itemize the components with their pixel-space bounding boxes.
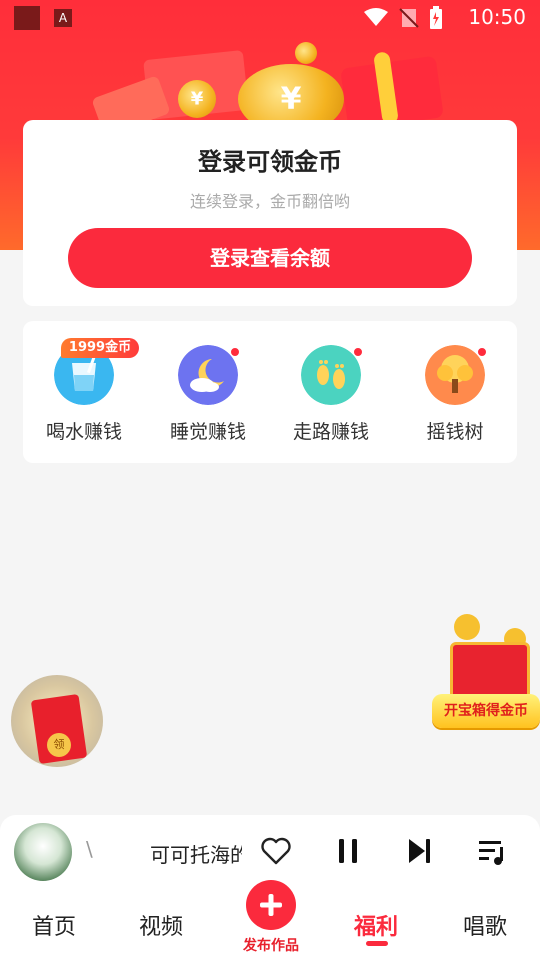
mini-player[interactable]: \ 可可托海的 [0, 815, 540, 890]
login-title: 登录可领金币 [198, 148, 342, 176]
pause-icon[interactable] [332, 835, 364, 867]
notification-dot [477, 347, 487, 357]
nav-video[interactable]: 视频 [139, 909, 183, 941]
floating-red-packet[interactable]: 领 [11, 675, 103, 767]
login-button[interactable]: 登录查看余额 [68, 228, 472, 288]
status-bar: A 10:50 [0, 0, 540, 36]
notification-dot [230, 347, 240, 357]
task-drink-water[interactable]: 喝水赚钱 [34, 345, 134, 445]
signal-battery-icons [364, 6, 442, 29]
money-tree-icon [425, 345, 485, 405]
treasure-label: 开宝箱得金币 [432, 694, 540, 728]
task-card: 1999金币 喝水赚钱 睡觉赚钱 走路赚钱 摇钱树 [23, 321, 517, 463]
task-label: 喝水赚钱 [45, 421, 122, 443]
active-tab-indicator [366, 941, 388, 946]
heart-icon[interactable] [260, 835, 292, 867]
next-track-icon[interactable] [404, 835, 436, 867]
moon-cloud-icon [178, 345, 238, 405]
app-a-icon: A [54, 9, 72, 27]
red-packet-seal: 领 [47, 733, 71, 757]
album-cover[interactable] [14, 823, 72, 881]
previous-song-fragment: \ [86, 837, 93, 861]
login-subtitle: 连续登录，金币翻倍哟 [189, 192, 350, 211]
notification-dot [353, 347, 363, 357]
song-title[interactable]: 可可托海的 [150, 839, 242, 868]
plus-icon [260, 894, 282, 916]
treasure-chest-button[interactable]: 开宝箱得金币 [432, 612, 540, 734]
coin-reward-badge: 1999金币 [61, 338, 139, 358]
coin-icon: ¥ [178, 80, 216, 118]
playlist-icon[interactable] [476, 835, 508, 867]
app-notification-icon [14, 6, 40, 30]
coin-icon [295, 42, 317, 64]
publish-label: 发布作品 [243, 938, 299, 954]
task-walk[interactable]: 走路赚钱 [281, 345, 381, 445]
clock: 10:50 [468, 5, 526, 29]
task-money-tree[interactable]: 摇钱树 [405, 345, 505, 445]
task-label: 睡觉赚钱 [169, 421, 246, 443]
login-card: 登录可领金币 连续登录，金币翻倍哟 登录查看余额 [23, 120, 517, 306]
publish-button[interactable] [246, 880, 296, 930]
nav-home[interactable]: 首页 [32, 909, 76, 941]
nav-welfare[interactable]: 福利 [354, 909, 398, 941]
nav-sing[interactable]: 唱歌 [463, 909, 507, 941]
task-label: 走路赚钱 [292, 421, 369, 443]
footprints-icon [301, 345, 361, 405]
task-sleep[interactable]: 睡觉赚钱 [158, 345, 258, 445]
coin-icon [454, 614, 480, 640]
task-label: 摇钱树 [426, 421, 484, 443]
